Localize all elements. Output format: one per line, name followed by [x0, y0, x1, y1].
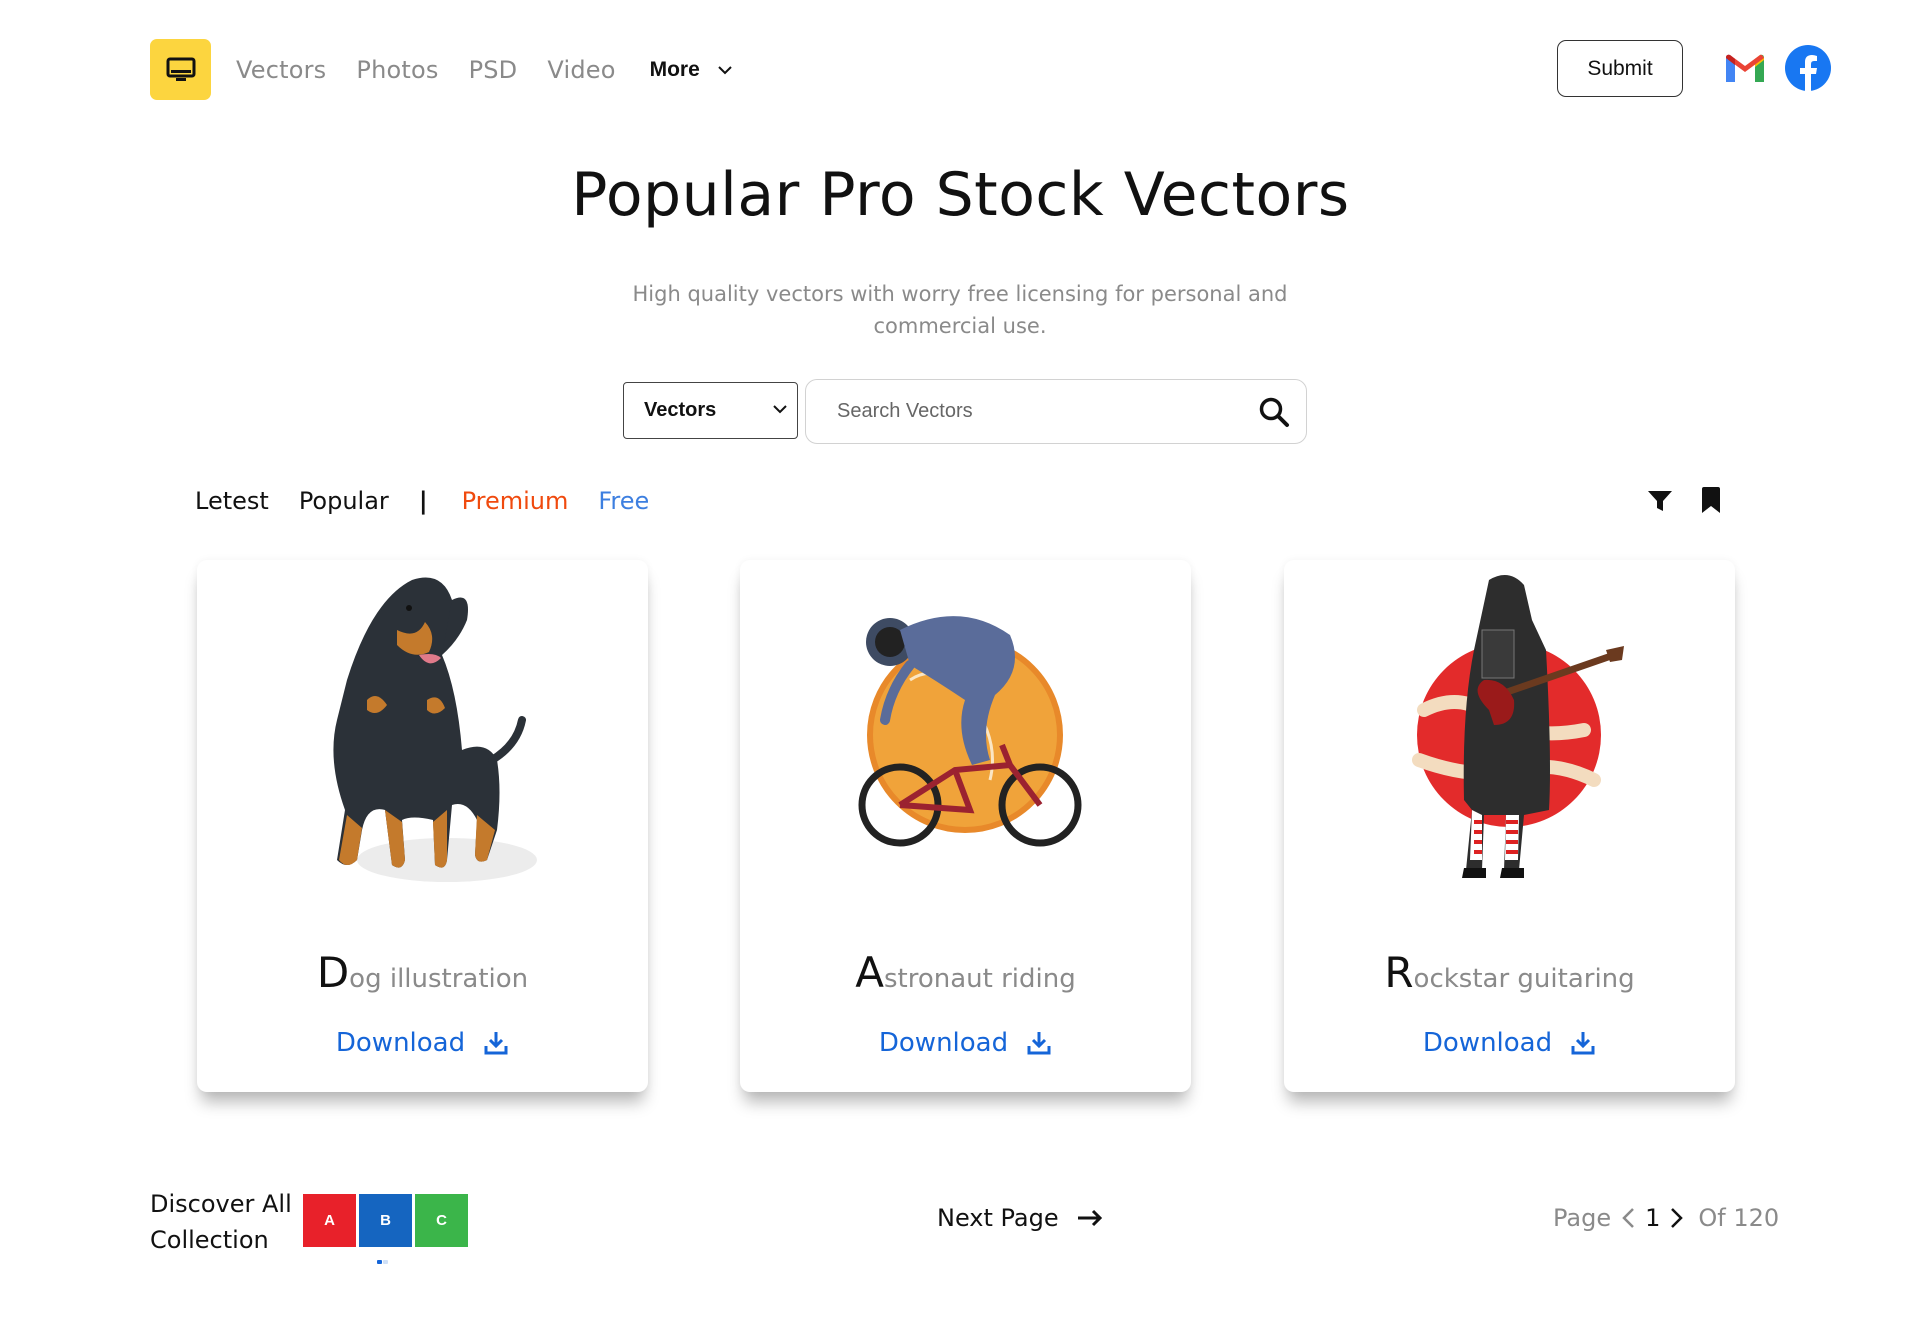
gmail-icon[interactable] — [1724, 52, 1766, 84]
monitor-icon — [166, 57, 195, 81]
dog-illustration-image — [333, 577, 537, 882]
download-label: Download — [335, 1028, 466, 1058]
page-title: Popular Pro Stock Vectors — [571, 160, 1350, 230]
card-title-initial: D — [316, 948, 350, 997]
card-title-rest: stronaut riding — [883, 964, 1076, 994]
tab-latest[interactable]: Letest — [195, 487, 269, 515]
tab-premium[interactable]: Premium — [462, 487, 569, 515]
chevron-left-icon[interactable] — [1621, 1207, 1635, 1229]
download-icon — [484, 1032, 508, 1055]
tab-separator: | — [418, 487, 428, 515]
search-icon[interactable] — [1258, 396, 1290, 428]
page-current: 1 — [1645, 1204, 1661, 1232]
discover-line-2: Collection — [150, 1226, 269, 1254]
search-input[interactable] — [837, 400, 1227, 423]
chevron-down-icon — [718, 65, 732, 74]
card-title-rest: og illustration — [349, 964, 529, 994]
download-label: Download — [878, 1028, 1009, 1058]
abc-tile-a: A — [303, 1194, 356, 1247]
abc-collection-button[interactable]: A B C — [303, 1194, 471, 1247]
vector-card[interactable]: Astronaut riding Download — [740, 560, 1191, 1092]
download-label: Download — [1422, 1028, 1553, 1058]
main-nav: Vectors Photos PSD Video More — [236, 50, 732, 90]
download-icon — [1571, 1032, 1595, 1055]
nav-more-label: More — [649, 58, 700, 81]
logo-button[interactable] — [150, 39, 211, 100]
nav-photos[interactable]: Photos — [356, 56, 438, 84]
card-title: Astronaut riding — [740, 948, 1191, 997]
pagination: Page 1 Of 120 — [1553, 1204, 1779, 1232]
nav-video[interactable]: Video — [547, 56, 615, 84]
abc-tile-b: B — [359, 1194, 412, 1247]
download-icon — [1027, 1032, 1051, 1055]
chevron-right-icon[interactable] — [1670, 1207, 1684, 1229]
page-subtitle: High quality vectors with worry free lic… — [632, 282, 1288, 338]
bookmark-icon[interactable] — [1701, 487, 1721, 513]
tab-free[interactable]: Free — [598, 487, 649, 515]
arrow-right-icon — [1077, 1209, 1102, 1227]
chevron-down-icon — [773, 405, 787, 414]
astronaut-riding-image — [858, 616, 1082, 847]
carousel-dot-active — [377, 1260, 382, 1264]
nav-psd[interactable]: PSD — [469, 56, 518, 84]
card-title-initial: R — [1384, 948, 1414, 997]
card-title-initial: A — [855, 948, 884, 997]
page-label: Page — [1553, 1204, 1612, 1232]
download-button[interactable]: Download — [1284, 1028, 1735, 1058]
search-box — [805, 379, 1307, 444]
download-button[interactable]: Download — [740, 1028, 1191, 1058]
discover-line-1: Discover All — [150, 1190, 292, 1218]
filter-tabs: Letest Popular | Premium Free — [195, 484, 649, 518]
submit-button[interactable]: Submit — [1557, 40, 1683, 97]
nav-vectors[interactable]: Vectors — [236, 56, 326, 84]
card-title: Dog illustration — [197, 948, 648, 997]
download-button[interactable]: Download — [197, 1028, 648, 1058]
category-select[interactable]: Vectors — [623, 382, 798, 439]
filter-icon[interactable] — [1647, 489, 1673, 513]
nav-more-dropdown[interactable]: More — [650, 58, 732, 82]
vector-card[interactable]: Dog illustration Download — [197, 560, 648, 1092]
category-select-value: Vectors — [644, 399, 717, 421]
card-title: Rockstar guitaring — [1284, 948, 1735, 997]
card-title-rest: ockstar guitaring — [1413, 964, 1635, 994]
carousel-dots — [377, 1260, 389, 1264]
vector-card[interactable]: Rockstar guitaring Download — [1284, 560, 1735, 1092]
rockstar-guitaring-image — [1412, 575, 1624, 878]
page-total: Of 120 — [1698, 1204, 1780, 1232]
carousel-dot — [383, 1260, 388, 1264]
next-page-link[interactable]: Next Page — [937, 1204, 1103, 1232]
discover-collection-label: Discover All Collection — [150, 1186, 292, 1258]
facebook-icon[interactable] — [1785, 45, 1831, 91]
next-page-label: Next Page — [937, 1204, 1059, 1232]
abc-tile-c: C — [415, 1194, 468, 1247]
tab-popular[interactable]: Popular — [299, 487, 389, 515]
